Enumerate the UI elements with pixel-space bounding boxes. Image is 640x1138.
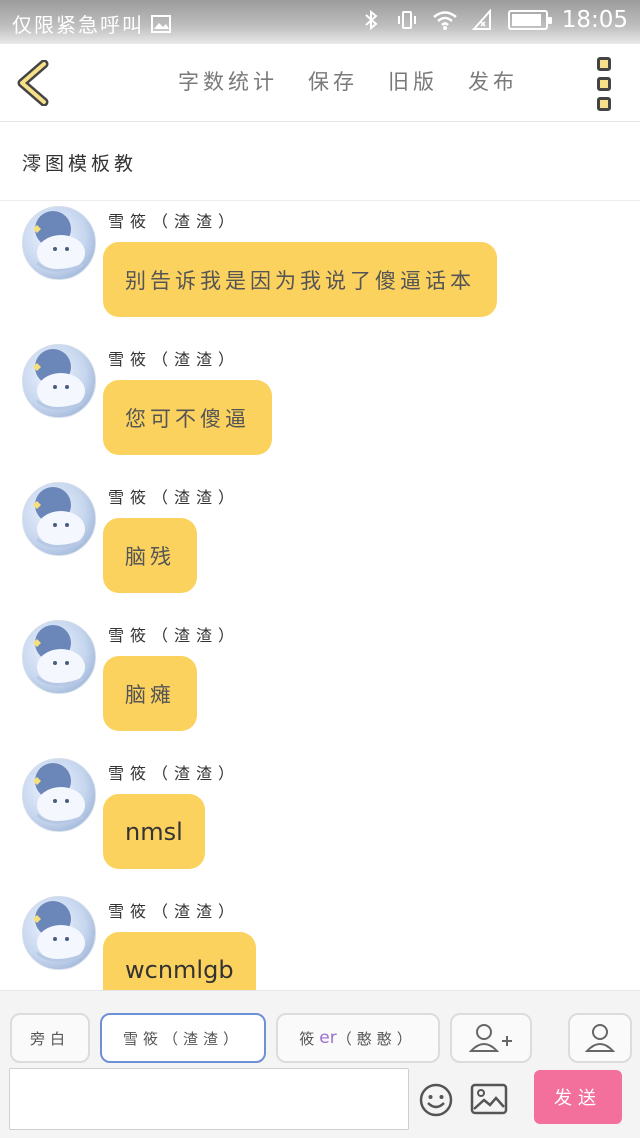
role-narrator-button[interactable]: 旁白 <box>10 1013 90 1063</box>
sender-name: 雪筱（渣渣） <box>108 902 241 921</box>
image-icon[interactable] <box>470 1082 508 1116</box>
message-bubble[interactable]: 脑残 <box>103 518 197 593</box>
sender-name: 雪筱（渣渣） <box>108 764 241 783</box>
battery-level <box>511 14 541 26</box>
page-title[interactable]: 澪图模板教 <box>22 149 137 176</box>
status-bar: 仅限紧急呼叫 18:05 <box>0 0 640 44</box>
role-selector-bar: 旁白 雪筱（渣渣） 筱 er （憨憨） <box>0 990 640 1066</box>
more-dot <box>597 57 611 71</box>
clock: 18:05 <box>561 7 628 33</box>
vibrate-icon <box>397 11 416 29</box>
wifi-icon <box>432 11 457 30</box>
toolbar: 字数统计 保存 旧版 发布 <box>0 44 640 122</box>
message-bubble[interactable]: wcnmlgb <box>103 932 256 990</box>
message-bubble[interactable]: nmsl <box>103 794 205 869</box>
status-left: 仅限紧急呼叫 <box>12 9 172 38</box>
avatar-image <box>33 211 85 272</box>
battery-icon <box>507 10 552 30</box>
old-version-button[interactable]: 旧版 <box>388 66 438 96</box>
avatar[interactable] <box>22 758 96 832</box>
avatar-image <box>33 487 85 548</box>
word-count-button[interactable]: 字数统计 <box>178 66 278 96</box>
publish-button[interactable]: 发布 <box>468 66 518 96</box>
avatar-image <box>33 349 85 410</box>
sender-name: 雪筱（渣渣） <box>108 626 241 645</box>
sender-name: 雪筱（渣渣） <box>108 350 241 369</box>
sender-name: 雪筱（渣渣） <box>108 488 241 507</box>
avatar-image <box>33 763 85 824</box>
more-dot <box>597 77 611 91</box>
message-bubble[interactable]: 脑瘫 <box>103 656 197 731</box>
role-other-suffix: （憨憨） <box>336 1029 417 1048</box>
add-person-icon <box>468 1024 512 1052</box>
image-notification-icon <box>151 14 171 33</box>
avatar[interactable] <box>22 344 96 418</box>
avatar-image <box>33 625 85 686</box>
role-active-button[interactable]: 雪筱（渣渣） <box>100 1013 266 1063</box>
status-right: 18:05 <box>360 7 628 33</box>
message-input[interactable] <box>9 1068 409 1130</box>
message-bubble[interactable]: 别告诉我是因为我说了傻逼话本 <box>103 242 497 317</box>
toolbar-actions: 字数统计 保存 旧版 发布 <box>178 66 518 96</box>
role-other-prefix: 筱 <box>299 1029 320 1048</box>
input-bar: 发送 <box>0 1066 640 1138</box>
carrier-text: 仅限紧急呼叫 <box>12 13 144 37</box>
avatar[interactable] <box>22 620 96 694</box>
avatar[interactable] <box>22 206 96 280</box>
avatar[interactable] <box>22 896 96 970</box>
role-other-button[interactable]: 筱 er （憨憨） <box>276 1013 440 1063</box>
title-row: 澪图模板教 <box>0 123 640 201</box>
no-signal-icon <box>471 9 491 30</box>
role-manage-button[interactable] <box>568 1013 632 1063</box>
avatar-image <box>33 901 85 962</box>
role-other-er: er <box>319 1028 337 1048</box>
person-icon <box>585 1024 615 1052</box>
add-role-button[interactable] <box>450 1013 532 1063</box>
message-bubble[interactable]: 您可不傻逼 <box>103 380 272 455</box>
sender-name: 雪筱（渣渣） <box>108 212 241 231</box>
send-button[interactable]: 发送 <box>534 1070 622 1124</box>
back-icon[interactable] <box>14 60 54 106</box>
save-button[interactable]: 保存 <box>308 66 358 96</box>
avatar[interactable] <box>22 482 96 556</box>
bluetooth-icon <box>365 9 378 31</box>
more-dot <box>597 97 611 111</box>
more-menu-icon[interactable] <box>590 57 618 111</box>
message-list[interactable]: 雪筱（渣渣） 别告诉我是因为我说了傻逼话本 雪筱（渣渣） 您可不傻逼 雪筱（渣渣… <box>0 202 640 990</box>
emoji-icon[interactable] <box>418 1082 454 1118</box>
